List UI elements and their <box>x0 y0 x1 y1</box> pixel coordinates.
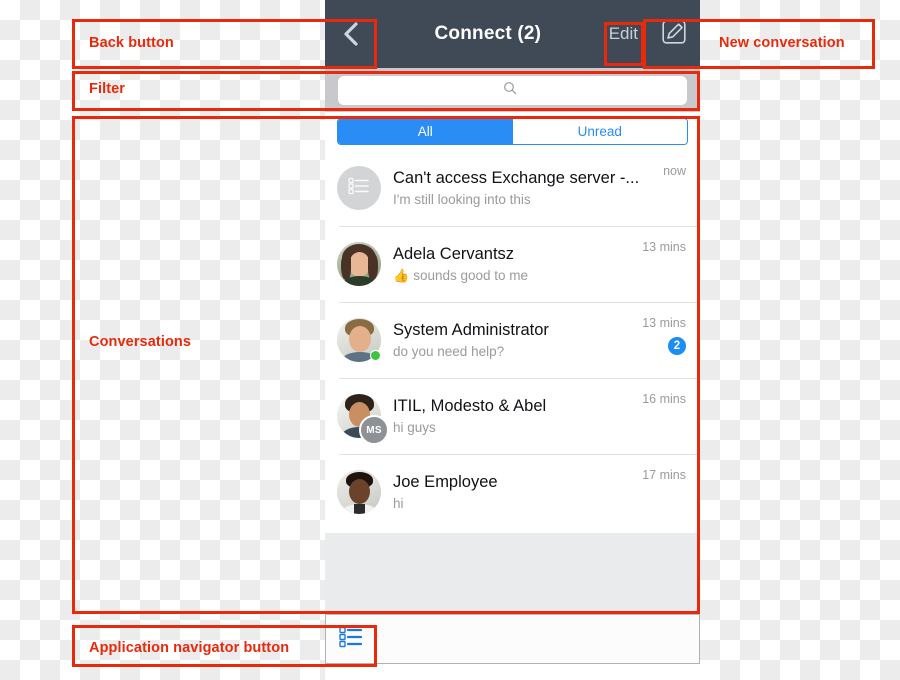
annotation-label-new-conversation: New conversation <box>719 35 845 51</box>
annotation-box-edit-button <box>604 22 644 66</box>
page-title: Connect (2) <box>434 23 542 44</box>
bottom-toolbar <box>325 615 700 664</box>
annotation-label-filter: Filter <box>89 81 126 97</box>
annotation-label-back-button: Back button <box>89 35 174 51</box>
annotation-box-conversations <box>72 116 700 614</box>
annotation-label-app-navigator: Application navigator button <box>89 640 290 656</box>
annotation-label-conversations: Conversations <box>89 334 192 350</box>
annotation-box-filter <box>72 71 700 111</box>
